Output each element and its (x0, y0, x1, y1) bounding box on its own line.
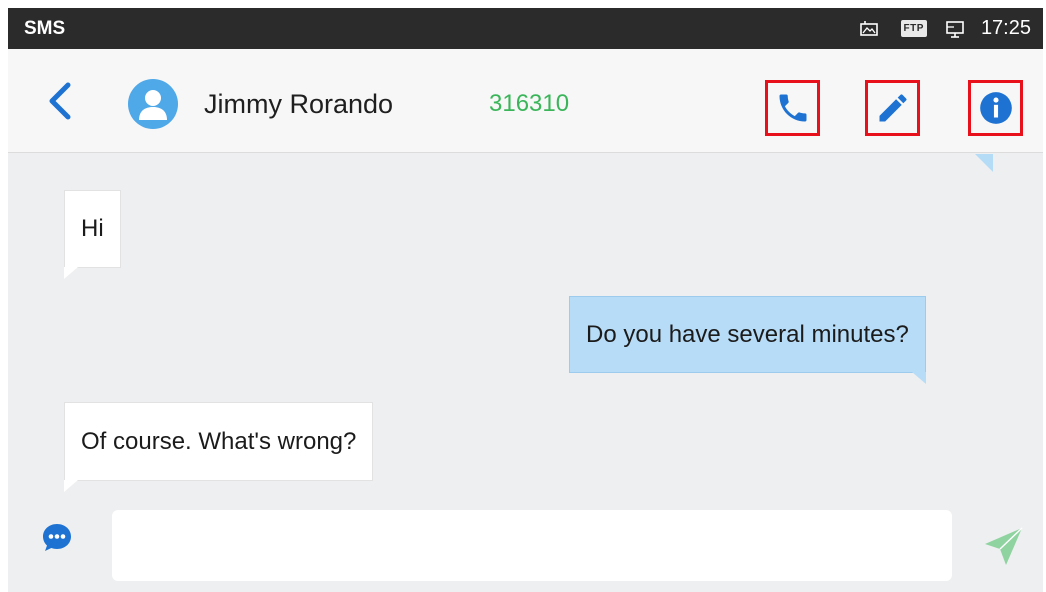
send-icon (985, 527, 1023, 565)
bubble-tail (911, 372, 926, 384)
message-bubble-outgoing[interactable]: Do you have several minutes? (569, 296, 926, 384)
contact-name: Jimmy Rorando (204, 89, 394, 119)
bubble-tail (64, 267, 78, 279)
bubble-tail (64, 480, 78, 492)
message-input[interactable] (112, 510, 952, 581)
message-bubble-incoming[interactable]: Hi (64, 190, 121, 279)
status-bar-time: 17:25 (980, 17, 1031, 39)
message-bubble-incoming[interactable]: Of course. What's wrong? (64, 402, 374, 492)
message-text: Of course. What's wrong? (81, 427, 357, 455)
phone-icon (779, 94, 806, 122)
pencil-icon (879, 94, 907, 122)
composer-bar (8, 499, 1043, 592)
message-list[interactable]: Hi Do you have several minutes? Of cours… (8, 154, 1043, 499)
send-button[interactable] (980, 522, 1028, 570)
status-bar: SMS FTP 17:25 (8, 8, 1043, 49)
more-options-icon (43, 524, 71, 551)
edit-button[interactable] (865, 80, 920, 136)
screenshot-icon (859, 18, 881, 40)
back-button[interactable] (44, 79, 78, 123)
message-text: Hi (81, 215, 104, 242)
sms-conversation-screen: SMS FTP 17:25 Jimmy Rorando 316310 Hi Do… (8, 8, 1043, 592)
contact-number: 316310 (489, 90, 570, 117)
previous-message-tail (975, 154, 993, 172)
call-button[interactable] (765, 80, 820, 136)
more-options-button[interactable] (39, 520, 75, 556)
screen-share-icon (945, 18, 967, 40)
conversation-header: Jimmy Rorando 316310 (8, 49, 1043, 153)
avatar (128, 79, 178, 129)
back-icon (49, 82, 71, 120)
message-text: Do you have several minutes? (586, 320, 909, 348)
info-icon (979, 92, 1012, 124)
avatar-icon (139, 90, 167, 120)
info-button[interactable] (968, 80, 1023, 136)
ftp-icon: FTP (900, 20, 927, 37)
status-bar-app-label: SMS (24, 18, 66, 39)
status-bar-indicators: FTP 17:25 (859, 8, 1031, 49)
